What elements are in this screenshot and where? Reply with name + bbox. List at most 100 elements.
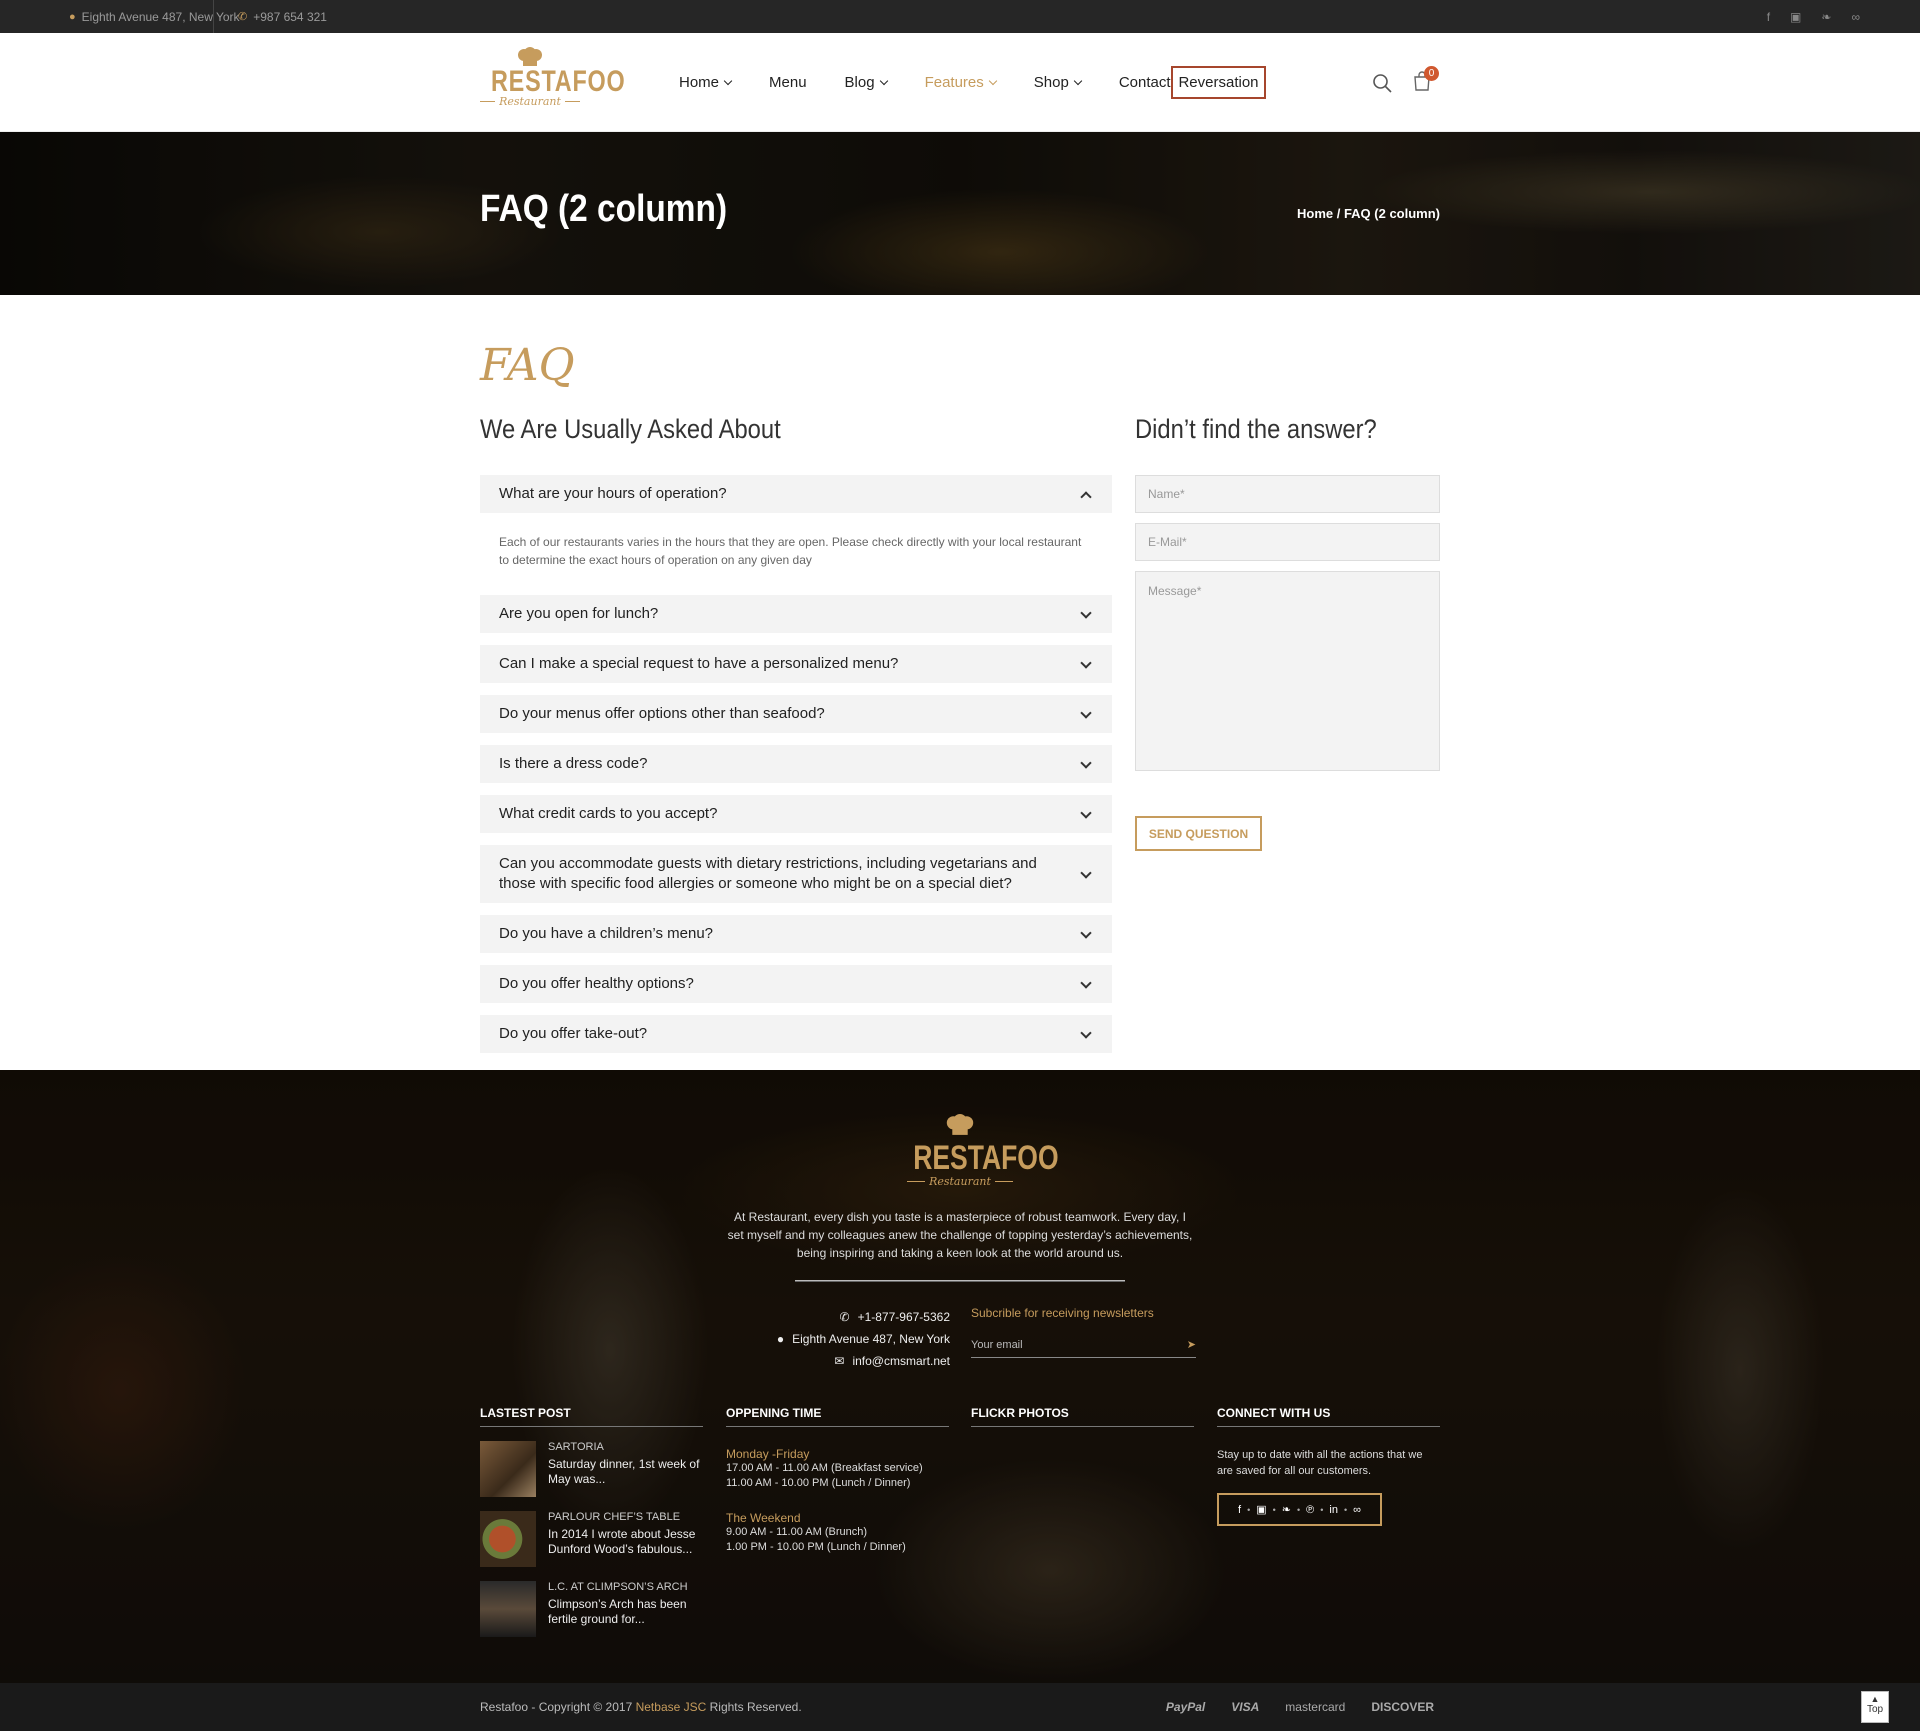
paper-plane-icon[interactable]: ➤ <box>1187 1338 1196 1351</box>
copyright-suffix: Rights Reserved. <box>706 1700 802 1714</box>
faq-question[interactable]: Do you have a children’s menu? <box>480 915 1112 953</box>
nav-blog-label: Blog <box>844 74 875 91</box>
message-placeholder: Message* <box>1148 584 1202 598</box>
chevron-down-icon <box>1080 757 1092 769</box>
nav-blog[interactable]: Blog <box>844 74 888 91</box>
footer-address-text: Eighth Avenue 487, New York <box>792 1332 950 1346</box>
envelope-icon: ✉ <box>834 1354 845 1368</box>
footer-contact: ✆ +1-877-967-5362 ● Eighth Avenue 487, New… <box>777 1306 950 1372</box>
copyright: Restafoo - Copyright © 2017 Netbase JSC … <box>480 1683 802 1731</box>
visa-logo: VISA <box>1231 1700 1260 1714</box>
post-thumbnail[interactable] <box>480 1441 536 1497</box>
faq-question-text: Do your menus offer options other than s… <box>499 705 825 722</box>
faq-question[interactable]: Can I make a special request to have a p… <box>480 645 1112 683</box>
faq-question[interactable]: Can you accommodate guests with dietary … <box>480 845 1112 903</box>
copyright-link[interactable]: Netbase JSC <box>636 1700 707 1714</box>
twitter-icon[interactable]: ❧ <box>1282 1503 1291 1516</box>
post-thumbnail[interactable] <box>480 1581 536 1637</box>
faq-question[interactable]: Do you offer take-out? <box>480 1015 1112 1053</box>
banner-overlay <box>0 132 1920 295</box>
faq-question-text: Do you have a children’s menu? <box>499 925 714 942</box>
map-pin-icon: ● <box>69 10 76 23</box>
discover-logo: DISCOVER <box>1371 1700 1434 1714</box>
site-logo[interactable]: RESTAFOO Restaurant <box>480 47 625 119</box>
latest-posts-title: LASTEST POST <box>480 1406 703 1427</box>
reservation-button[interactable]: Reversation <box>1171 66 1266 99</box>
flickr-title: FLICKR PHOTOS <box>971 1406 1194 1427</box>
post-title[interactable]: L.C. AT CLIMPSON’S ARCH <box>548 1581 703 1593</box>
tripadvisor-icon[interactable]: ∞ <box>1353 1504 1361 1516</box>
faq-question[interactable]: What are your hours of operation? <box>480 475 1112 513</box>
phone-icon: ✆ <box>238 10 248 23</box>
nav-home-label: Home <box>679 74 720 91</box>
connect-title: CONNECT WITH US <box>1217 1406 1440 1427</box>
footer-phone-text: +1-877-967-5362 <box>857 1310 950 1324</box>
form-heading: Didn’t find the answer? <box>1135 414 1377 444</box>
opening-day: Monday -Friday <box>726 1447 810 1461</box>
site-header: RESTAFOO Restaurant Home Menu Blog Featu… <box>0 33 1920 132</box>
nav-home[interactable]: Home <box>679 74 733 91</box>
footer-phone: ✆ +1-877-967-5362 <box>777 1306 950 1328</box>
nav-menu[interactable]: Menu <box>769 74 807 91</box>
post-item[interactable]: SARTORIA Saturday dinner, 1st week of May… <box>480 1441 703 1497</box>
chef-hat-icon <box>946 1114 974 1135</box>
topbar-phone-text: +987 654 321 <box>253 9 327 24</box>
post-excerpt: Saturday dinner, 1st week of May was... <box>548 1457 700 1486</box>
footer-logo-brand: RESTAFOO <box>913 1139 1059 1177</box>
nav-menu-label: Menu <box>769 74 807 91</box>
footer-about: At Restaurant, every dish you taste is a… <box>727 1210 1193 1260</box>
facebook-icon[interactable]: f <box>1238 1504 1241 1516</box>
breadcrumb[interactable]: Home / FAQ (2 column) <box>1297 206 1440 221</box>
send-question-button[interactable]: SEND QUESTION <box>1135 816 1262 851</box>
email-field[interactable]: E-Mail* <box>1135 523 1440 561</box>
back-to-top-button[interactable]: ▲ Top <box>1861 1691 1889 1723</box>
newsletter-email-input[interactable]: Your email ➤ <box>971 1332 1196 1358</box>
chevron-down-icon <box>1073 76 1083 86</box>
footer-email-text[interactable]: info@cmsmart.net <box>852 1350 950 1372</box>
chevron-up-icon <box>1080 491 1092 503</box>
faq-question-text: Can I make a special request to have a p… <box>499 655 899 672</box>
post-item[interactable]: L.C. AT CLIMPSON’S ARCH Climpson’s Arch h… <box>480 1581 703 1637</box>
post-item[interactable]: PARLOUR CHEF’S TABLE In 2014 I wrote abou… <box>480 1511 703 1567</box>
chevron-down-icon <box>1080 927 1092 939</box>
faq-question-text: What are your hours of operation? <box>499 485 727 502</box>
tripadvisor-icon[interactable]: ∞ <box>1851 10 1860 24</box>
faq-question-text: Is there a dress code? <box>499 755 648 772</box>
connect-text: Stay up to date with all the actions tha… <box>1217 1449 1423 1477</box>
chef-hat-icon <box>518 47 542 66</box>
chevron-down-icon <box>1080 977 1092 989</box>
footer-logo[interactable]: RESTAFOO Restaurant <box>900 1114 1059 1188</box>
post-thumbnail[interactable] <box>480 1511 536 1567</box>
opening-hours: 1.00 PM - 10.00 PM (Lunch / Dinner) <box>726 1541 906 1553</box>
twitter-icon[interactable]: ❧ <box>1821 10 1831 24</box>
faq-question[interactable]: Are you open for lunch? <box>480 595 1112 633</box>
post-title[interactable]: SARTORIA <box>548 1441 703 1453</box>
nav-shop[interactable]: Shop <box>1034 74 1083 91</box>
faq-question[interactable]: Is there a dress code? <box>480 745 1112 783</box>
faq-question-text: Do you offer take-out? <box>499 1025 648 1042</box>
instagram-icon[interactable]: ▣ <box>1790 10 1801 24</box>
paypal-logo: PayPal <box>1165 1700 1206 1714</box>
bottom-bar: Restafoo - Copyright © 2017 Netbase JSC … <box>0 1683 1920 1731</box>
latest-posts: LASTEST POST SARTORIA Saturday dinner, 1s… <box>480 1406 703 1637</box>
opening-hours: 9.00 AM - 11.00 AM (Brunch) <box>726 1526 868 1538</box>
faq-question[interactable]: What credit cards to you accept? <box>480 795 1112 833</box>
chevron-down-icon <box>1080 867 1092 879</box>
faq-question[interactable]: Do your menus offer options other than s… <box>480 695 1112 733</box>
opening-times-title: OPPENING TIME <box>726 1406 949 1427</box>
linkedin-icon[interactable]: in <box>1329 1504 1338 1516</box>
nav-features[interactable]: Features <box>925 74 998 91</box>
search-icon[interactable] <box>1372 73 1392 93</box>
message-field[interactable]: Message* <box>1135 571 1440 771</box>
question-form: Name* E-Mail* Message* SEND QUESTION <box>1135 475 1440 851</box>
post-title[interactable]: PARLOUR CHEF’S TABLE <box>548 1511 703 1523</box>
facebook-icon[interactable]: f <box>1767 10 1770 24</box>
chevron-down-icon <box>1080 707 1092 719</box>
post-excerpt: Climpson’s Arch has been fertile ground … <box>548 1597 687 1626</box>
cart-count-badge: 0 <box>1424 66 1439 81</box>
name-field[interactable]: Name* <box>1135 475 1440 513</box>
footer-address: ● Eighth Avenue 487, New York <box>777 1328 950 1350</box>
faq-question[interactable]: Do you offer healthy options? <box>480 965 1112 1003</box>
pinterest-icon[interactable]: ℗ <box>1306 1504 1314 1516</box>
instagram-icon[interactable]: ▣ <box>1256 1503 1266 1516</box>
